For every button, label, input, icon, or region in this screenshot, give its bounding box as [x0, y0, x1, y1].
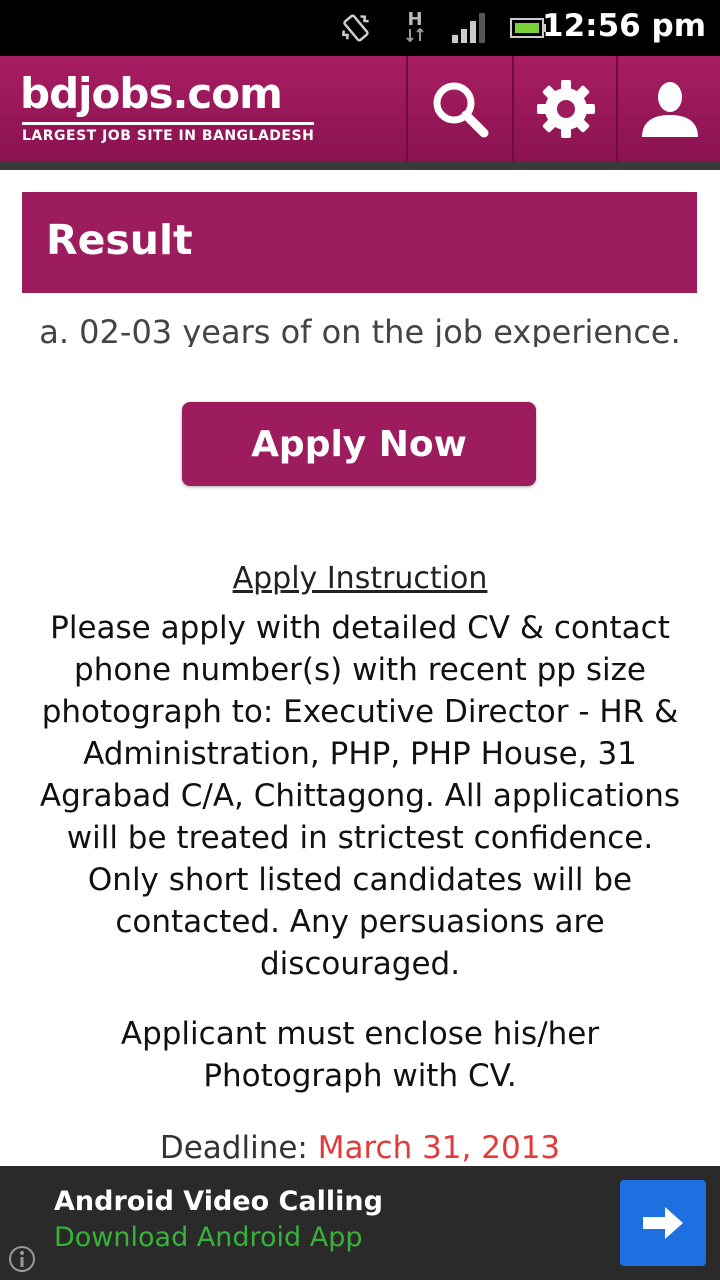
deadline-date: March 31, 2013	[317, 1130, 561, 1166]
search-icon	[433, 82, 489, 138]
ad-title: Android Video Calling	[54, 1186, 383, 1217]
network-letter: H	[407, 9, 423, 30]
apply-instruction-text: Please apply with detailed CV & contact …	[39, 610, 681, 982]
status-bar: H 12:56 pm	[0, 0, 720, 56]
arrow-right-icon	[643, 1207, 683, 1239]
clock: 12:56 pm	[542, 8, 706, 44]
network-h-icon: H	[398, 8, 432, 48]
apply-instruction-label: Apply Instruction	[232, 561, 488, 596]
user-profile-icon	[642, 82, 698, 137]
search-button[interactable]	[406, 56, 512, 162]
deadline: Deadline: March 31, 2013	[0, 1127, 720, 1169]
settings-button[interactable]	[512, 56, 618, 162]
ad-subtitle: Download Android App	[54, 1222, 363, 1253]
vibrate-icon	[336, 8, 376, 48]
logo-text: bdjobs.com	[20, 69, 283, 118]
experience-requirement: a. 02-03 years of on the job experience.	[0, 307, 720, 347]
apply-instruction-heading: Apply Instruction	[0, 561, 720, 596]
apply-now-button[interactable]: Apply Now	[182, 402, 536, 486]
profile-button[interactable]	[616, 56, 720, 162]
settings-gear-icon	[537, 80, 595, 138]
photograph-note: Applicant must enclose his/her Photograp…	[120, 1016, 600, 1094]
deadline-label: Deadline:	[159, 1130, 308, 1166]
experience-text: a. 02-03 years of on the job experience.	[39, 313, 681, 347]
ad-open-button[interactable]	[620, 1180, 706, 1266]
header-shadow	[0, 162, 720, 170]
logo-tagline: LARGEST JOB SITE IN BANGLADESH	[22, 128, 315, 144]
info-icon	[9, 1246, 35, 1272]
page-title: Result	[46, 216, 193, 264]
logo-divider	[22, 122, 314, 125]
app-header: bdjobs.com LARGEST JOB SITE IN BANGLADES…	[0, 56, 720, 162]
signal-icon	[448, 8, 492, 48]
ad-info-button[interactable]	[0, 1238, 44, 1280]
bdjobs-logo[interactable]: bdjobs.com LARGEST JOB SITE IN BANGLADES…	[20, 72, 320, 152]
ad-banner[interactable]: Android Video Calling Download Android A…	[0, 1166, 720, 1280]
result-title-bar: Result	[22, 192, 697, 293]
